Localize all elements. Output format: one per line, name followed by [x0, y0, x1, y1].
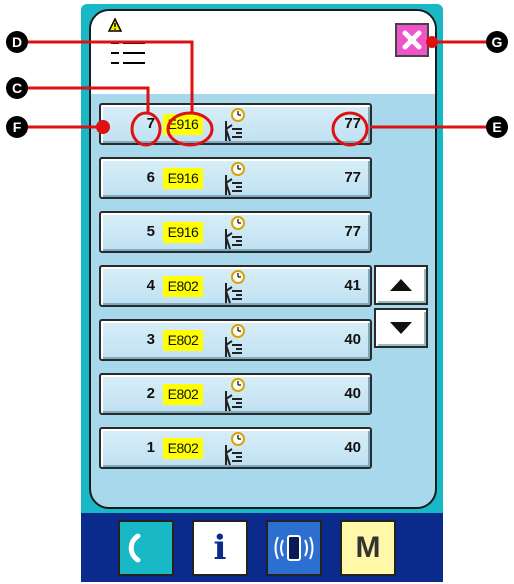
error-count: 40 — [344, 385, 361, 402]
error-code: E802 — [163, 438, 203, 459]
error-row-4[interactable]: 4 E802 41 — [99, 265, 372, 307]
row-number: 7 — [146, 115, 155, 132]
error-row-1[interactable]: 1 E802 40 — [99, 427, 372, 469]
mode-button[interactable]: M — [340, 520, 396, 576]
person-timer-icon — [225, 270, 245, 304]
error-row-2[interactable]: 2 E802 40 — [99, 373, 372, 415]
row-number: 2 — [146, 385, 155, 402]
row-number: 4 — [146, 277, 155, 294]
callout-label-c: C — [6, 77, 28, 99]
person-timer-icon — [225, 216, 245, 250]
person-timer-icon — [225, 432, 245, 466]
info-label: i — [213, 528, 227, 568]
error-history-panel: 7 E916 77 6 E916 77 5 E916 77 4 E802 41 … — [89, 9, 437, 509]
person-timer-icon — [225, 108, 245, 142]
error-count: 40 — [344, 331, 361, 348]
person-timer-icon — [225, 324, 245, 358]
up-arrow-icon — [390, 279, 412, 291]
error-count: 77 — [344, 223, 361, 240]
reset-button[interactable] — [118, 520, 174, 576]
scroll-down-button[interactable] — [374, 308, 428, 348]
error-code: E916 — [163, 222, 203, 243]
error-row-6[interactable]: 6 E916 77 — [99, 157, 372, 199]
row-number: 1 — [146, 439, 155, 456]
close-icon — [402, 30, 422, 50]
callout-label-d: D — [6, 31, 28, 53]
error-code: E916 — [163, 168, 203, 189]
error-code: E802 — [163, 330, 203, 351]
row-number: 3 — [146, 331, 155, 348]
error-code: E802 — [163, 276, 203, 297]
scroll-up-button[interactable] — [374, 265, 428, 305]
bottom-toolbar: i M — [81, 513, 443, 582]
error-row-7[interactable]: 7 E916 77 — [99, 103, 372, 145]
reset-icon — [128, 533, 141, 563]
information-button[interactable]: i — [192, 520, 248, 576]
communication-button[interactable] — [266, 520, 322, 576]
row-number: 6 — [146, 169, 155, 186]
error-count: 41 — [344, 277, 361, 294]
error-row-3[interactable]: 3 E802 40 — [99, 319, 372, 361]
callout-label-e: E — [486, 116, 508, 138]
error-count: 77 — [344, 169, 361, 186]
communication-icon — [274, 535, 314, 561]
close-button[interactable] — [395, 23, 429, 57]
callout-label-f: F — [6, 116, 28, 138]
error-count: 40 — [344, 439, 361, 456]
mode-label: M — [355, 531, 381, 564]
error-code: E802 — [163, 384, 203, 405]
list-icon — [111, 42, 145, 64]
person-timer-icon — [225, 162, 245, 196]
person-timer-icon — [225, 378, 245, 412]
row-number: 5 — [146, 223, 155, 240]
error-count: 77 — [344, 115, 361, 132]
panel-header — [91, 11, 435, 94]
error-code: E916 — [163, 114, 203, 135]
error-row-5[interactable]: 5 E916 77 — [99, 211, 372, 253]
callout-label-g: G — [486, 31, 508, 53]
down-arrow-icon — [390, 322, 412, 334]
